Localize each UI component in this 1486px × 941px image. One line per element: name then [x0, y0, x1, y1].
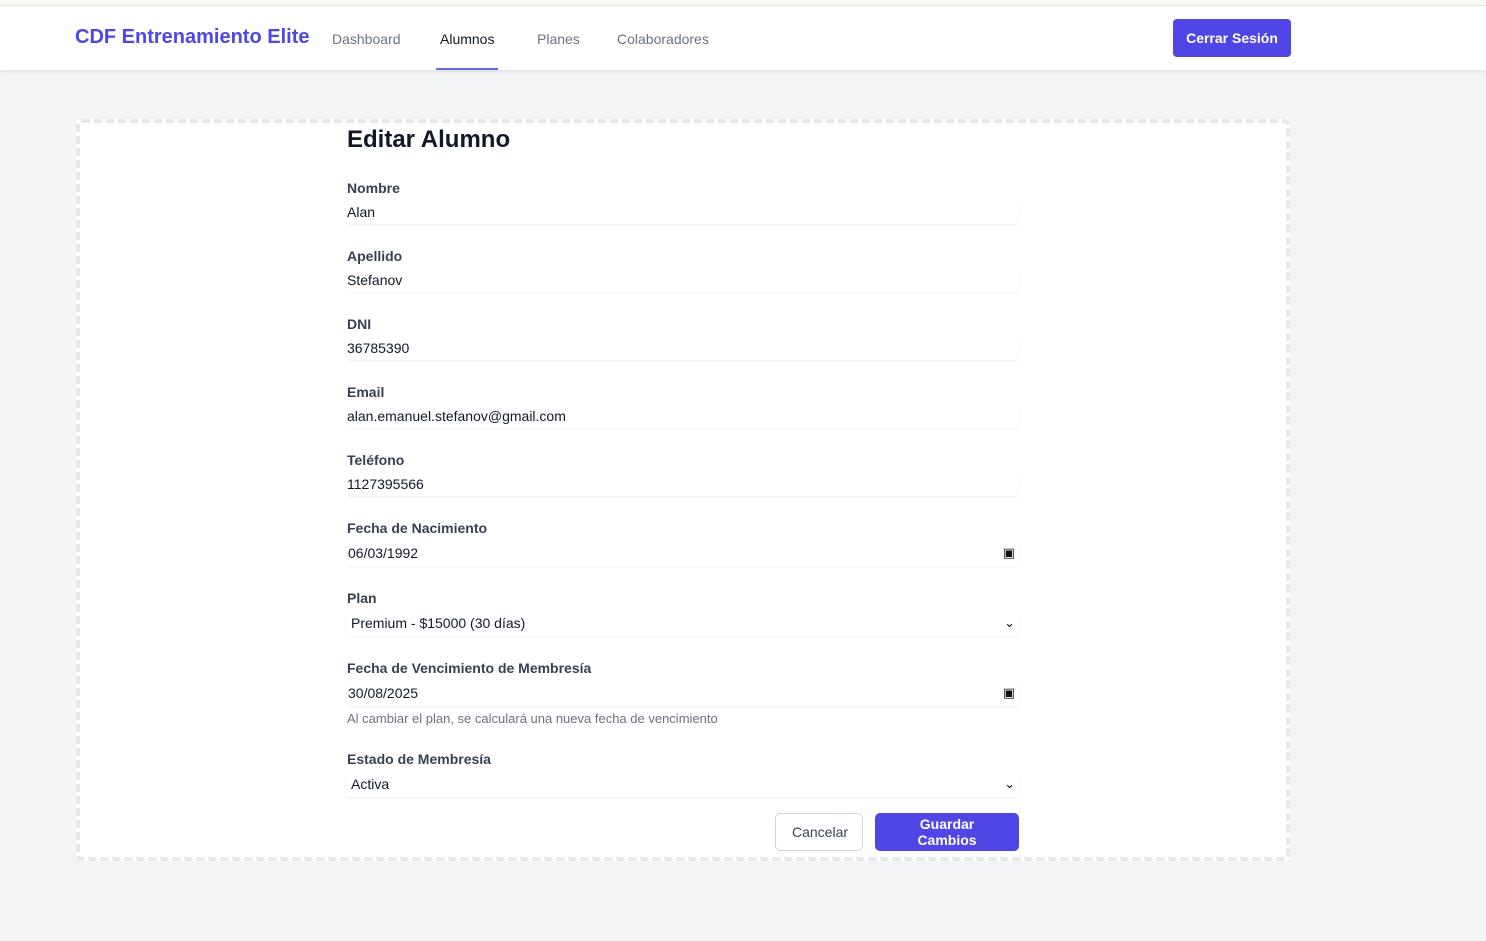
- plan-label: Plan: [347, 590, 377, 606]
- nav-dashboard[interactable]: Dashboard: [328, 6, 405, 70]
- field-nombre: Nombre Alan: [347, 178, 1019, 224]
- chevron-down-icon: ⌄: [1004, 615, 1015, 630]
- nav-planes[interactable]: Planes: [533, 6, 584, 70]
- chevron-down-icon: ⌄: [1004, 776, 1015, 791]
- brand-logo[interactable]: CDF Entrenamiento Elite: [75, 26, 309, 49]
- nombre-label: Nombre: [347, 180, 400, 196]
- nacimiento-label: Fecha de Nacimiento: [347, 520, 488, 536]
- field-email: Email alan.emanuel.stefanov@gmail.com: [347, 382, 1019, 428]
- nav-alumnos[interactable]: Alumnos: [436, 6, 499, 70]
- field-estado: Estado de Membresía Activa ⌄: [347, 749, 1019, 797]
- email-label: Email: [347, 384, 385, 400]
- estado-label: Estado de Membresía: [347, 751, 491, 767]
- plan-value: Premium - $15000 (30 días): [351, 615, 526, 631]
- apellido-label: Apellido: [347, 248, 403, 264]
- apellido-input[interactable]: Stefanov: [347, 268, 1019, 292]
- dni-label: DNI: [347, 316, 372, 332]
- calendar-icon[interactable]: ▣: [1003, 685, 1015, 701]
- email-input[interactable]: alan.emanuel.stefanov@gmail.com: [347, 404, 1019, 428]
- save-button[interactable]: Guardar Cambios: [875, 813, 1019, 851]
- vencimiento-value: 30/08/2025: [348, 685, 419, 701]
- telefono-label: Teléfono: [347, 452, 405, 468]
- estado-select[interactable]: Activa ⌄: [347, 771, 1019, 797]
- dni-input[interactable]: 36785390: [347, 336, 1019, 360]
- vencimiento-help-text: Al cambiar el plan, se calculará una nue…: [347, 711, 718, 726]
- nombre-input[interactable]: Alan: [347, 200, 1019, 224]
- nav-colaboradores[interactable]: Colaboradores: [613, 6, 713, 70]
- field-apellido: Apellido Stefanov: [347, 246, 1019, 292]
- field-telefono: Teléfono 1127395566: [347, 450, 1019, 496]
- page-title: Editar Alumno: [347, 126, 511, 153]
- nacimiento-value: 06/03/1992: [348, 545, 419, 561]
- cancel-button[interactable]: Cancelar: [775, 813, 863, 851]
- vencimiento-date-input[interactable]: 30/08/2025 ▣: [347, 680, 1019, 706]
- navbar: CDF Entrenamiento Elite Dashboard Alumno…: [0, 6, 1486, 70]
- plan-select[interactable]: Premium - $15000 (30 días) ⌄: [347, 610, 1019, 636]
- estado-value: Activa: [351, 776, 390, 792]
- edit-student-form: Editar Alumno Nombre Alan Apellido Stefa…: [347, 126, 1019, 851]
- form-actions: Cancelar Guardar Cambios: [347, 813, 1019, 851]
- field-plan: Plan Premium - $15000 (30 días) ⌄: [347, 588, 1019, 636]
- nacimiento-date-input[interactable]: 06/03/1992 ▣: [347, 540, 1019, 566]
- calendar-icon[interactable]: ▣: [1003, 545, 1015, 561]
- logout-button[interactable]: Cerrar Sesión: [1173, 19, 1291, 57]
- field-nacimiento: Fecha de Nacimiento 06/03/1992 ▣: [347, 518, 1019, 566]
- telefono-input[interactable]: 1127395566: [347, 472, 1019, 496]
- vencimiento-label: Fecha de Vencimiento de Membresía: [347, 660, 592, 676]
- field-vencimiento: Fecha de Vencimiento de Membresía 30/08/…: [347, 658, 1019, 727]
- field-dni: DNI 36785390: [347, 314, 1019, 360]
